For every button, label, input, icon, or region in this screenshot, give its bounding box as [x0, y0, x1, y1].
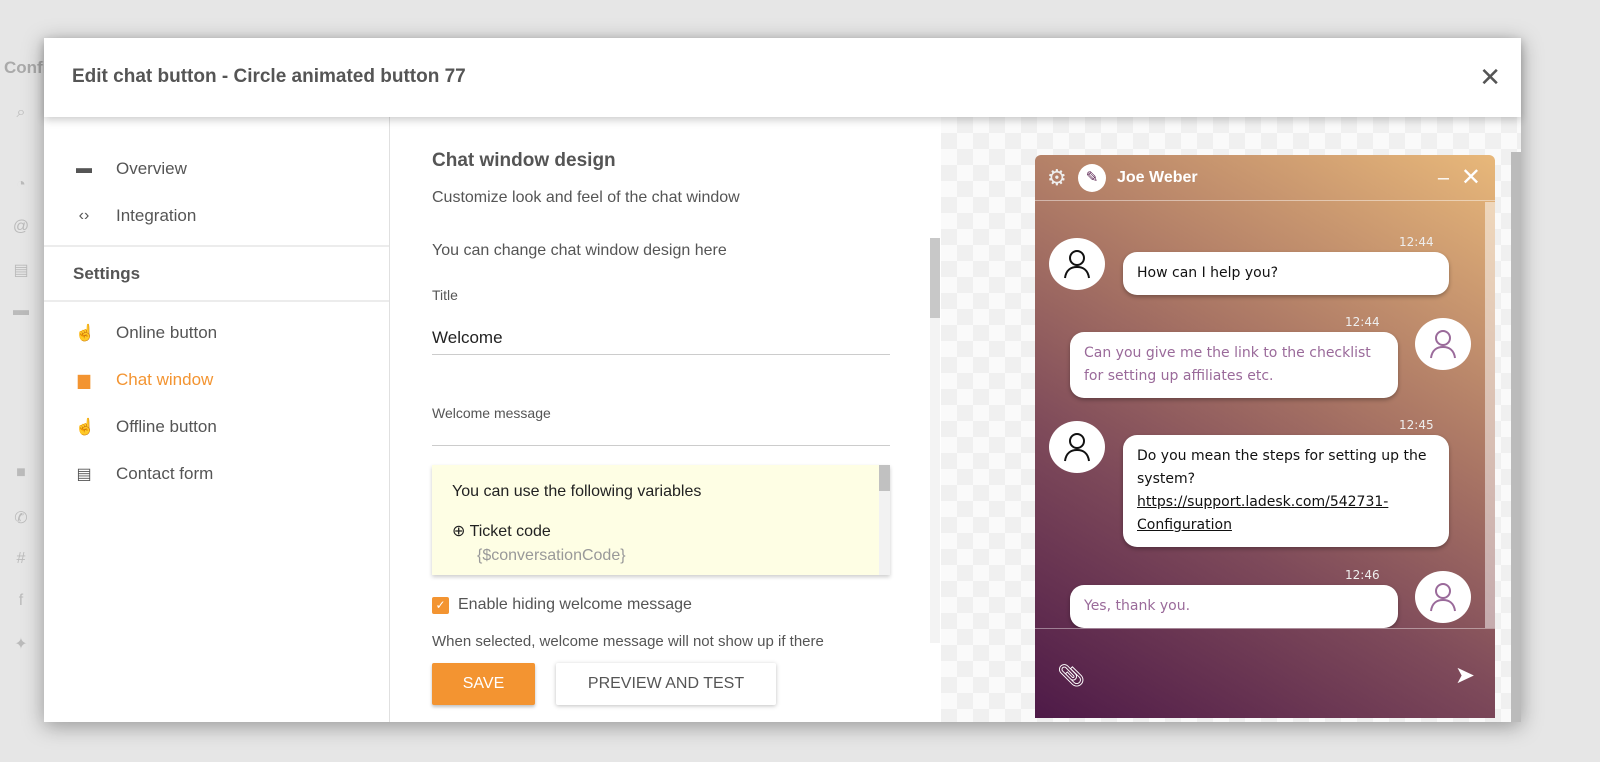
preview-and-test-button[interactable]: PREVIEW AND TEST — [556, 663, 776, 705]
nav-item-offline-button[interactable]: ☝ Offline button — [44, 407, 389, 447]
send-icon[interactable]: ➤ — [1455, 661, 1475, 690]
user-icon — [1430, 583, 1456, 612]
chat-icon: ▬ — [13, 302, 29, 319]
variables-box: You can use the following variables ⊕ Ti… — [432, 465, 890, 575]
user-icon — [1064, 250, 1090, 279]
modal-sidebar: ▬ Overview ‹› Integration Settings ☝ Online… — [44, 117, 390, 722]
preview-scrollbar[interactable] — [1511, 152, 1521, 722]
at-icon: @ — [12, 218, 30, 235]
variables-intro: You can use the following variables — [452, 483, 702, 500]
settings-heading: Settings — [73, 264, 141, 283]
message-agent: Do you mean the steps for setting up the… — [1123, 435, 1449, 547]
close-icon[interactable]: ✕ — [1479, 62, 1501, 93]
close-icon[interactable]: ✕ — [1461, 163, 1481, 192]
nav-label: Chat window — [116, 370, 214, 389]
form-scrollbar[interactable] — [930, 238, 940, 643]
message-agent: How can I help you? — [1123, 252, 1449, 295]
user-icon — [1064, 433, 1090, 462]
background-title: Confi — [4, 58, 48, 77]
hide-welcome-help: When selected, welcome message will not … — [432, 633, 824, 650]
divider — [44, 245, 389, 247]
rss-icon: ◔ — [16, 176, 26, 193]
phone-icon: ✆ — [14, 510, 28, 527]
search-icon: ⌕ — [16, 104, 26, 121]
nav-item-overview[interactable]: ▬ Overview — [44, 149, 389, 189]
message-time: 12:45 — [1399, 418, 1434, 432]
chat-header: ⚙ ✎ Joe Weber – ✕ — [1035, 155, 1495, 201]
nav-label: Online button — [116, 323, 218, 342]
video-icon: ■ — [16, 464, 26, 481]
slack-icon: # — [16, 550, 26, 567]
chat-window-form: Chat window design Customize look and fe… — [390, 117, 941, 722]
hand-pointer-icon: ☝ — [75, 419, 95, 436]
message-visitor: Yes, thank you. — [1070, 585, 1398, 628]
twitter-icon: ✦ — [14, 636, 28, 653]
chat-window-icon: ▆ — [77, 372, 91, 389]
form-icon: ▤ — [76, 466, 92, 483]
chat-window-preview: ⚙ ✎ Joe Weber – ✕ 12:44 How can I help y… — [1035, 155, 1495, 718]
welcome-message-label: Welcome message — [432, 405, 551, 421]
nav-label: Integration — [116, 206, 197, 225]
nav-item-contact-form[interactable]: ▤ Contact form — [44, 454, 389, 494]
hide-welcome-label: Enable hiding welcome message — [458, 596, 692, 613]
message-time: 12:44 — [1345, 315, 1380, 329]
modal-header: Edit chat button - Circle animated butto… — [44, 38, 1521, 117]
support-link[interactable]: https://support.ladesk.com/542731-Config… — [1137, 494, 1388, 533]
facebook-icon: f — [18, 592, 24, 609]
form-note: You can change chat window design here — [432, 242, 727, 259]
message-time: 12:44 — [1399, 235, 1434, 249]
chat-scrollbar[interactable] — [1485, 202, 1495, 628]
minimize-icon[interactable]: – — [1438, 167, 1449, 190]
hand-pointer-icon: ☝ — [75, 325, 95, 342]
save-button[interactable]: SAVE — [432, 663, 535, 705]
add-circle-icon: ⊕ — [452, 523, 470, 540]
welcome-message-input[interactable] — [432, 427, 890, 446]
nav-label: Overview — [116, 159, 187, 178]
nav-item-online-button[interactable]: ☝ Online button — [44, 313, 389, 353]
form-heading: Chat window design — [432, 150, 616, 171]
visitor-avatar — [1415, 318, 1471, 370]
agent-avatar — [1049, 421, 1105, 473]
chat-input-area[interactable]: 📎︎ ➤ — [1035, 628, 1495, 718]
message-text: Do you mean the steps for setting up the… — [1137, 448, 1427, 487]
divider — [44, 300, 389, 302]
user-icon — [1430, 330, 1456, 359]
gear-icon[interactable]: ⚙ — [1047, 165, 1067, 191]
variable-code: {$conversationCode} — [477, 547, 626, 564]
document-icon: ▤ — [13, 262, 29, 279]
variables-scrollbar[interactable] — [879, 465, 890, 575]
form-subheading: Customize look and feel of the chat wind… — [432, 189, 740, 206]
paperclip-icon[interactable]: 📎︎ — [1057, 663, 1085, 689]
nav-label: Offline button — [116, 417, 217, 436]
code-icon: ‹› — [78, 207, 90, 224]
pencil-icon[interactable]: ✎ — [1078, 164, 1106, 192]
hide-welcome-checkbox[interactable]: ✓ — [432, 597, 449, 614]
agent-name: Joe Weber — [1117, 169, 1198, 186]
message-visitor: Can you give me the link to the checklis… — [1070, 332, 1398, 398]
agent-avatar — [1049, 238, 1105, 290]
nav-item-integration[interactable]: ‹› Integration — [44, 196, 389, 236]
message-time: 12:46 — [1345, 568, 1380, 582]
nav-item-chat-window[interactable]: ▆ Chat window — [44, 360, 389, 400]
title-label: Title — [432, 287, 458, 303]
nav-label: Contact form — [116, 464, 214, 483]
visitor-avatar — [1415, 571, 1471, 623]
chat-messages: 12:44 How can I help you? 12:44 Can you … — [1035, 202, 1485, 628]
variable-ticket-code[interactable]: ⊕ Ticket code — [452, 521, 551, 541]
modal-title: Edit chat button - Circle animated butto… — [72, 66, 466, 87]
title-input[interactable]: Welcome — [432, 328, 890, 355]
chat-bubble-icon: ▬ — [76, 160, 92, 177]
variable-name: Ticket code — [469, 523, 551, 540]
